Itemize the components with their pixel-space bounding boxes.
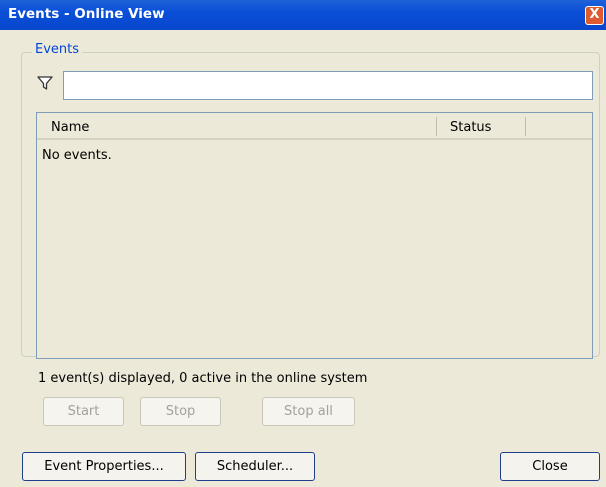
- column-header-status[interactable]: Status: [450, 120, 491, 135]
- close-icon: X: [589, 7, 600, 22]
- scheduler-button[interactable]: Scheduler...: [195, 452, 315, 481]
- empty-list-message: No events.: [42, 148, 112, 163]
- events-group-legend: Events: [32, 42, 83, 57]
- filter-funnel-icon: [37, 76, 53, 90]
- filter-input[interactable]: [63, 71, 593, 100]
- title-bar[interactable]: Events - Online View X: [0, 0, 606, 30]
- column-separator[interactable]: [436, 117, 437, 136]
- stop-button[interactable]: Stop: [140, 397, 221, 426]
- events-online-view-window: Events - Online View X Events Name Statu…: [0, 0, 606, 487]
- event-properties-button[interactable]: Event Properties...: [22, 452, 186, 481]
- window-close-button[interactable]: X: [585, 6, 604, 25]
- start-button[interactable]: Start: [43, 397, 124, 426]
- column-header-name[interactable]: Name: [51, 120, 89, 135]
- events-status-text: 1 event(s) displayed, 0 active in the on…: [38, 371, 368, 386]
- window-title: Events - Online View: [8, 6, 165, 22]
- close-button[interactable]: Close: [500, 452, 600, 481]
- events-list[interactable]: Name Status No events.: [36, 112, 593, 359]
- events-list-header: Name Status: [37, 113, 592, 140]
- column-separator[interactable]: [525, 117, 526, 136]
- stop-all-button[interactable]: Stop all: [262, 397, 355, 426]
